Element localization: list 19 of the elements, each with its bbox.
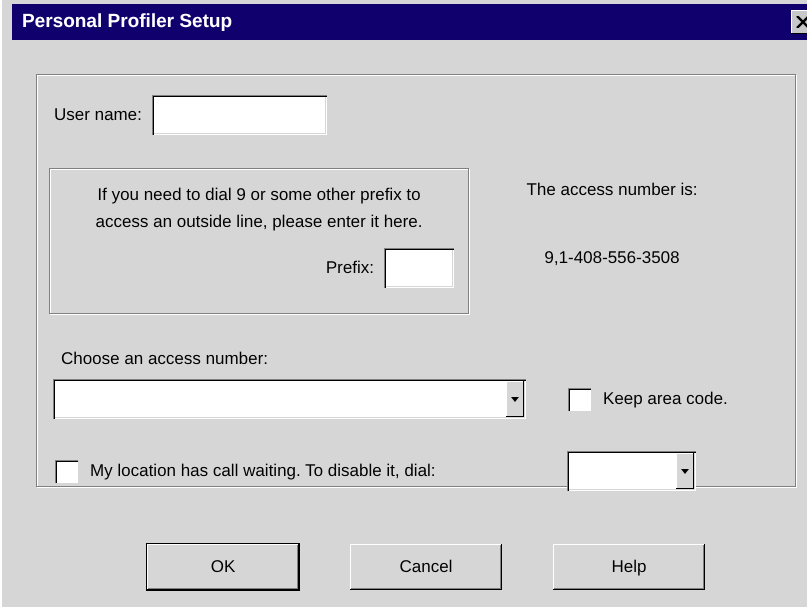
checkbox[interactable] <box>55 460 78 482</box>
prefix-field[interactable] <box>384 248 454 288</box>
dialog-button[interactable]: Help <box>553 544 705 590</box>
access-number-dropdown[interactable] <box>53 379 526 419</box>
dialog-button[interactable]: Cancel <box>350 544 502 590</box>
checkbox[interactable] <box>568 388 591 410</box>
access-number-caption: The access number is: <box>526 180 698 200</box>
instruction-text: If you need to dial 9 or some other prefix to access an outside line, please enter it here. <box>94 184 424 233</box>
dial-code-dropdown[interactable] <box>567 451 696 491</box>
checkbox-label[interactable]: Keep area code. <box>603 389 728 409</box>
close-icon <box>796 16 807 28</box>
dialog-button[interactable]: OK <box>147 544 299 590</box>
user-name-field[interactable] <box>152 95 327 135</box>
field-label: User name: <box>54 105 142 125</box>
window-title: Personal Profiler Setup <box>22 11 232 33</box>
field-label: Choose an access number: <box>61 349 268 369</box>
access-number-value: 9,1-408-556-3508 <box>544 248 680 268</box>
field-label: Prefix: <box>326 258 374 278</box>
checkbox-label[interactable]: My location has call waiting. To disable it, dial: <box>90 461 436 481</box>
